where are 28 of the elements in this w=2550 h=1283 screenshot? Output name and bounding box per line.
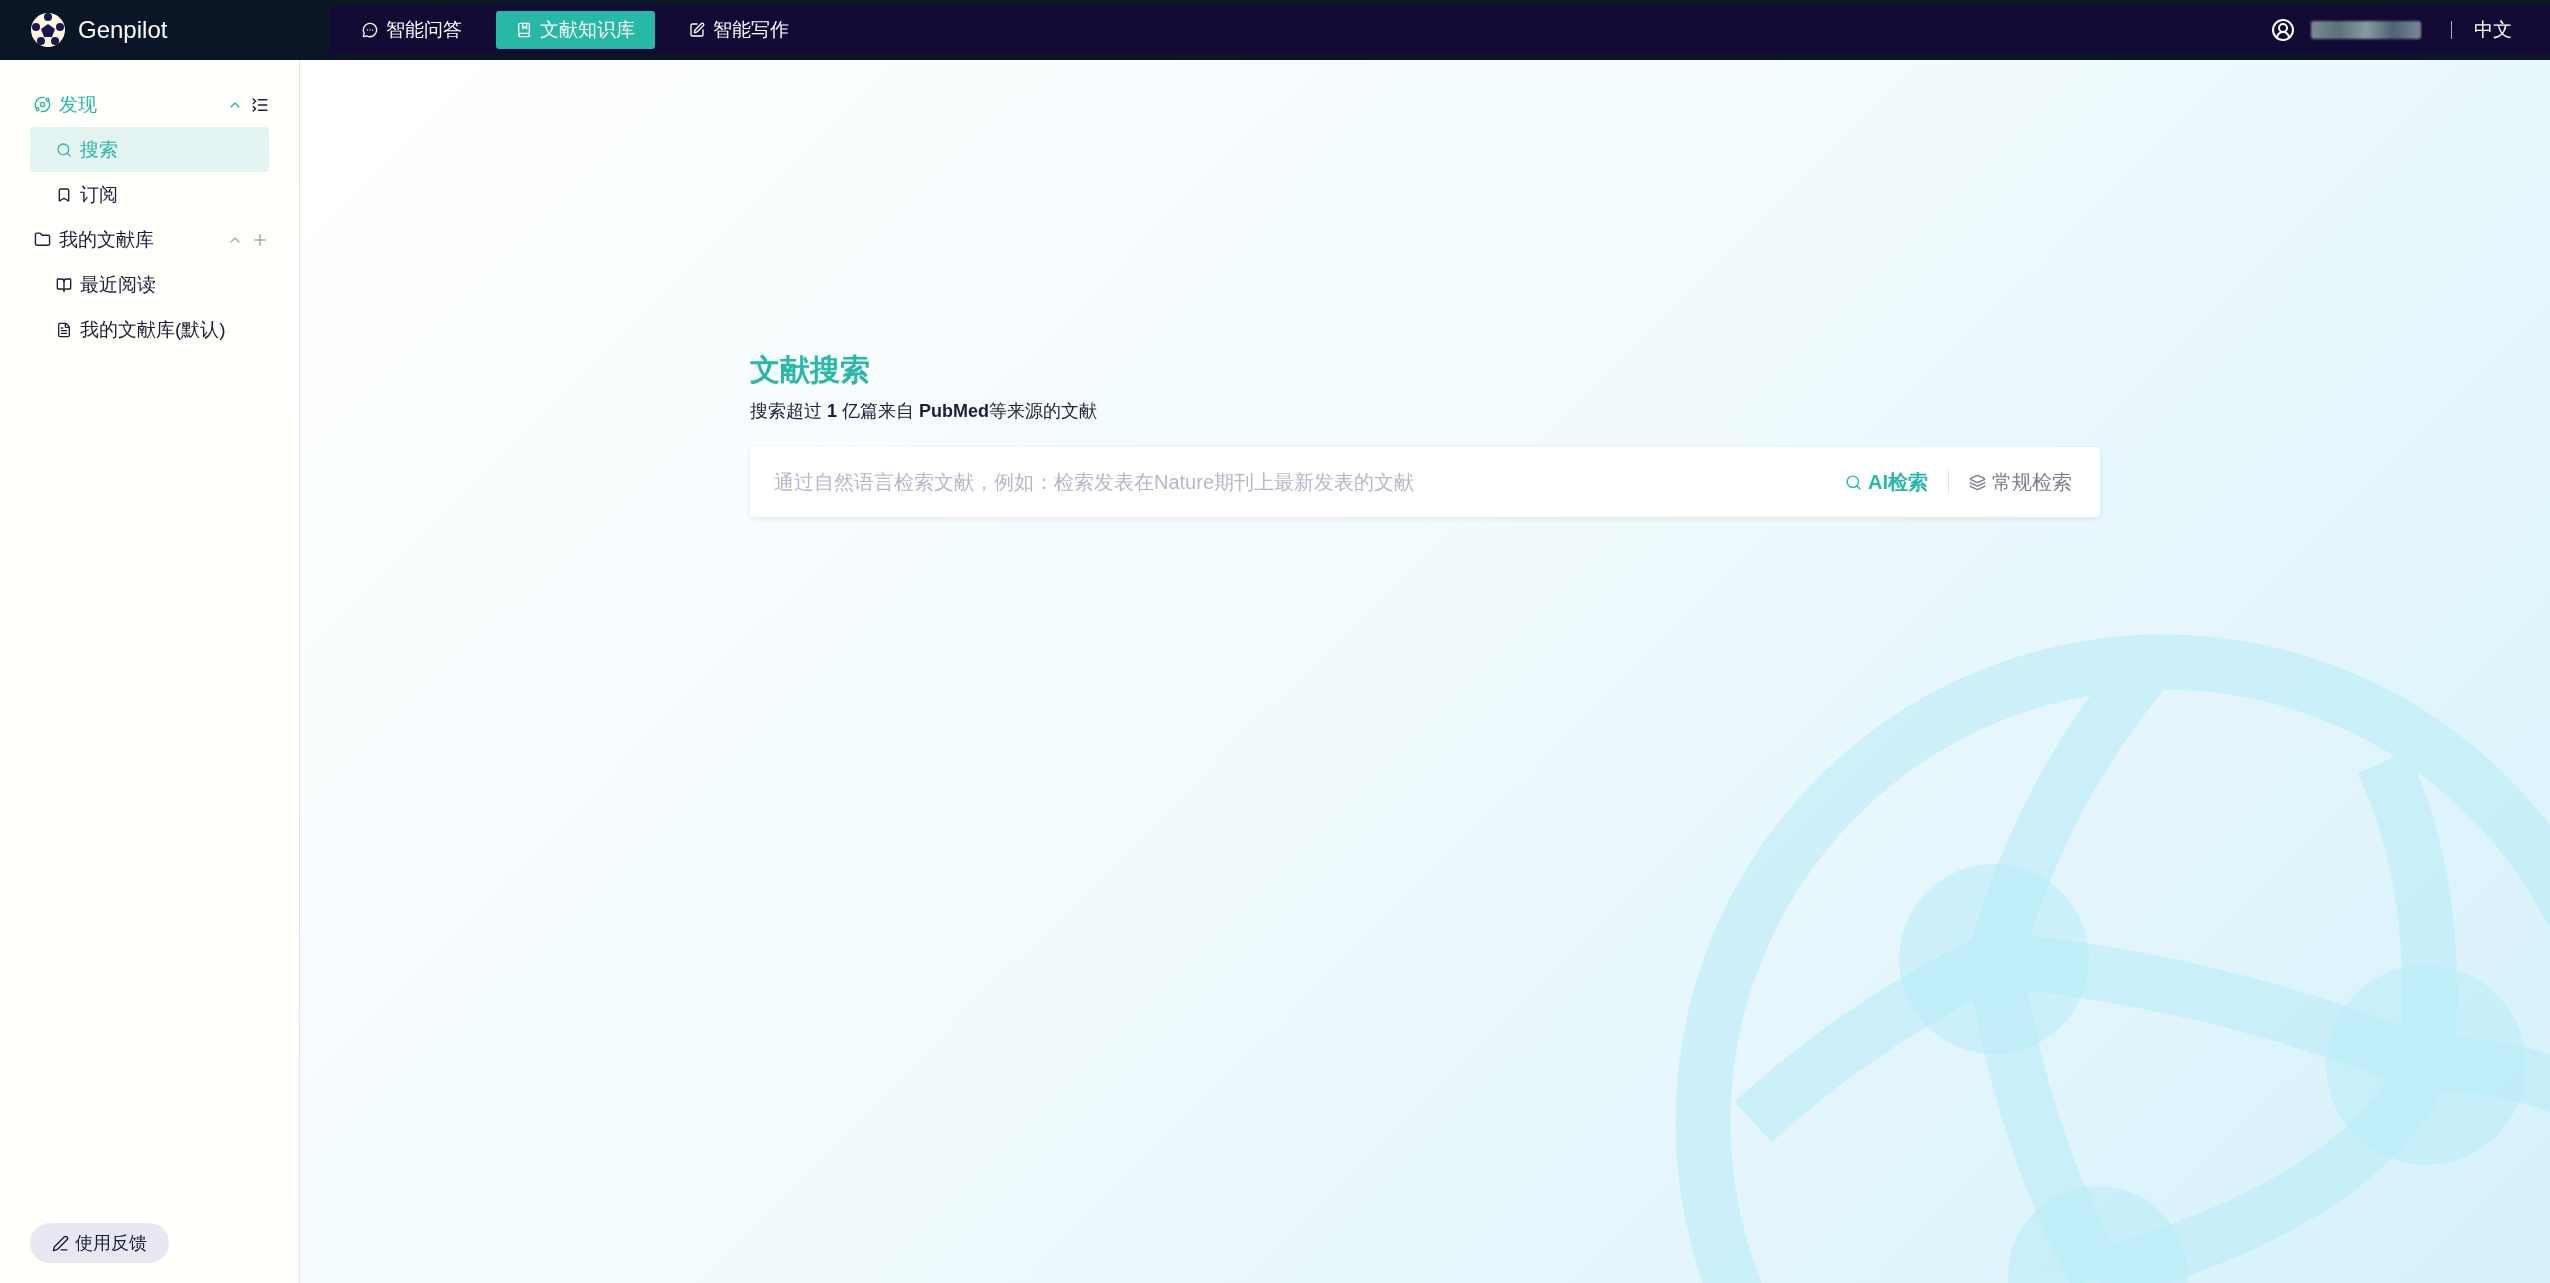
document-icon	[56, 321, 72, 338]
bookmark-icon	[56, 186, 72, 203]
page-subtitle: 搜索超过 1 亿篇来自 PubMed等来源的文献	[750, 400, 1099, 423]
sidebar-item[interactable]: 我的文献库(默认)	[30, 307, 269, 352]
nav-tab[interactable]: 智能写作	[669, 11, 809, 49]
nav-tab[interactable]: 智能问答	[342, 11, 482, 49]
chat-bubble-icon	[362, 22, 378, 38]
open-book-icon	[56, 276, 72, 293]
book-icon	[516, 22, 532, 38]
page-title: 文献搜索	[750, 352, 870, 388]
collapse-sidebar-icon[interactable]	[251, 95, 269, 114]
search-icon	[56, 141, 72, 158]
search-icon	[1845, 473, 1862, 491]
search-field[interactable]: 通过自然语言检索文献，例如：检索发表在Nature期刊上最新发表的文献 AI检索 常规检索	[750, 447, 2100, 517]
search-mode-button[interactable]: 常规检索	[1963, 467, 2078, 497]
note-edit-icon	[689, 22, 705, 38]
layers-icon	[1969, 473, 1986, 491]
brand-name: Genpilot	[78, 16, 168, 44]
user-icon[interactable]	[2271, 18, 2295, 42]
feedback-button[interactable]: 使用反馈	[30, 1223, 169, 1263]
logo-icon	[30, 12, 66, 48]
planet-icon	[34, 96, 51, 113]
language-menu[interactable]: 中文	[2474, 17, 2512, 43]
sidebar-group[interactable]: 我的文献库	[59, 226, 219, 253]
sidebar-item[interactable]: 订阅	[30, 172, 269, 217]
pen-icon	[52, 1234, 69, 1252]
sidebar-item[interactable]: 最近阅读	[30, 262, 269, 307]
folder-icon	[34, 231, 51, 248]
